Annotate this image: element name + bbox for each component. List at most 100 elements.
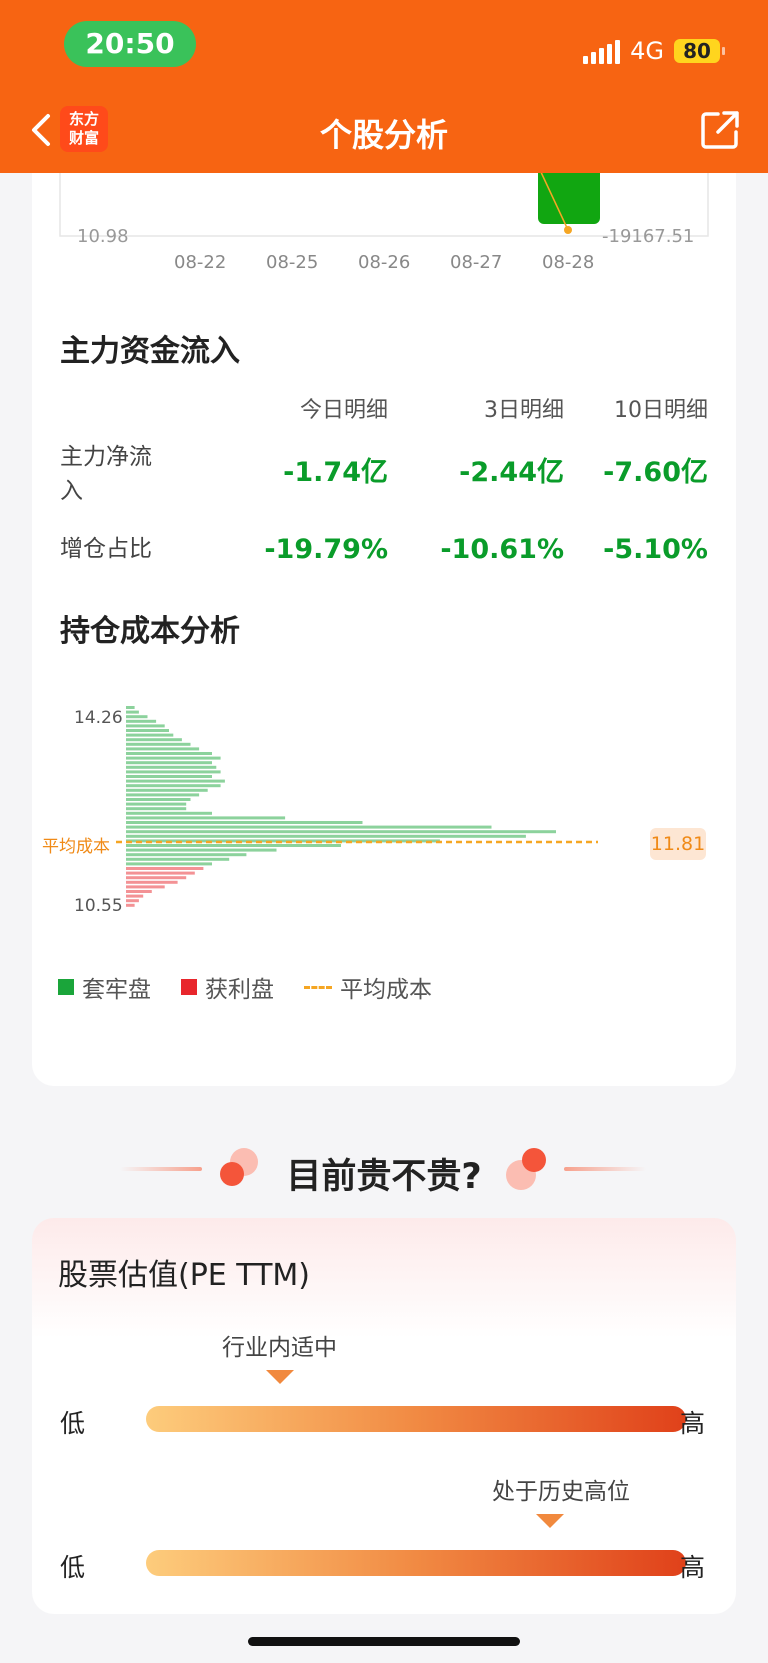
trapped-bar (126, 761, 212, 765)
trapped-bar (126, 788, 208, 792)
net-inflow-10day: -7.60亿 (603, 457, 708, 488)
trapped-bar (126, 811, 212, 815)
date-tick: 08-28 (542, 252, 595, 273)
trapped-bar (126, 710, 139, 714)
trapped-bar (126, 798, 191, 801)
trapped-bar (126, 816, 286, 820)
legend-profit: 获利盘 (205, 977, 274, 1003)
battery-icon: 80 (674, 39, 725, 63)
trapped-bar (126, 848, 277, 852)
profit-bar (126, 899, 139, 903)
header-3day: 3日明细 (484, 398, 564, 423)
header-10day: 10日明细 (614, 398, 708, 423)
trapped-bar (126, 733, 174, 737)
trapped-bar (126, 862, 212, 866)
status-time: 20:50 (64, 21, 196, 67)
profit-bar (126, 894, 144, 898)
scale1-high: 高 (680, 1409, 706, 1438)
legend-trapped-swatch (58, 979, 74, 995)
date-tick: 08-26 (358, 252, 411, 273)
row-label-net-inflow: 主力净流入 (60, 444, 152, 504)
trapped-bar (126, 765, 217, 769)
trapped-bar (126, 793, 200, 797)
industry-valuation-bar (146, 1406, 686, 1432)
trapped-bar (126, 802, 187, 806)
header: 20:50 4G 80 东方 财富 个股分析 (0, 0, 768, 173)
scale2-low: 低 (60, 1553, 86, 1582)
trapped-bar (126, 784, 221, 788)
date-tick: 08-27 (450, 252, 503, 273)
trapped-bar (126, 844, 341, 847)
trapped-bar (126, 821, 363, 824)
cost-analysis-title: 持仓成本分析 (60, 614, 240, 649)
scale1-low: 低 (60, 1409, 86, 1438)
page-title: 个股分析 (319, 116, 448, 154)
trapped-bar (126, 807, 187, 811)
trapped-bar (126, 825, 492, 829)
trapped-bar (126, 775, 212, 778)
legend-avg-swatch (304, 985, 332, 989)
status-icons: 4G 80 (583, 34, 725, 68)
net-inflow-3day: -2.44亿 (459, 457, 564, 488)
row-label-position-ratio: 增仓占比 (60, 536, 152, 562)
main-inflow-title: 主力资金流入 (60, 334, 240, 369)
share-icon[interactable] (698, 108, 742, 152)
legend-profit-swatch (181, 979, 197, 995)
network-label: 4G (630, 37, 664, 65)
trapped-bar (126, 857, 230, 861)
valuation-card: 股票估值(PE TTM) 行业内适中 低 高 处于历史高位 低 高 (32, 1218, 736, 1614)
ratio-10day: -5.10% (603, 534, 708, 565)
legend-avg: 平均成本 (340, 977, 432, 1003)
banner-dots-right (506, 1148, 550, 1192)
trapped-bar (126, 770, 221, 774)
date-tick: 08-22 (174, 252, 227, 273)
fund-right-value: -19167.51 (602, 226, 695, 247)
profit-bar (126, 903, 135, 907)
scale2-high: 高 (680, 1553, 706, 1582)
trapped-bar (126, 752, 212, 755)
trapped-bar (126, 830, 556, 834)
history-marker (536, 1514, 564, 1528)
analysis-card: 10.98 -19167.51 08-22 08-25 08-26 08-27 … (32, 150, 736, 1086)
trapped-bar (126, 834, 526, 838)
flow-point (564, 226, 572, 234)
trapped-bar (126, 839, 440, 843)
home-indicator[interactable] (248, 1637, 520, 1646)
profit-bar (126, 885, 165, 889)
ratio-today: -19.79% (264, 534, 388, 565)
trapped-bar (126, 742, 191, 746)
industry-marker (266, 1370, 294, 1384)
legend-trapped: 套牢盘 (82, 977, 151, 1003)
profit-bar (126, 867, 204, 870)
trapped-bar (126, 724, 165, 728)
history-valuation-bar (146, 1550, 686, 1576)
date-tick: 08-25 (266, 252, 319, 273)
profit-bar (126, 871, 195, 875)
navigation-bar: 东方 财富 个股分析 (0, 96, 768, 164)
banner-title: 目前贵不贵? (286, 1157, 482, 1197)
net-inflow-today: -1.74亿 (283, 457, 388, 488)
profit-bar (126, 890, 152, 893)
valuation-tag-industry: 行业内适中 (222, 1335, 337, 1361)
signal-icon (583, 38, 621, 64)
trapped-bar (126, 756, 221, 760)
valuation-title: 股票估值(PE TTM) (58, 1258, 310, 1293)
profit-bar (126, 876, 187, 880)
cost-distribution-chart (116, 706, 598, 907)
fund-left-value: 10.98 (77, 226, 129, 247)
trapped-bar (126, 747, 200, 751)
valuation-tag-history: 处于历史高位 (492, 1479, 630, 1505)
trapped-bar (126, 853, 247, 857)
trapped-bar (126, 738, 182, 742)
cost-legend: 套牢盘 获利盘 平均成本 (58, 970, 432, 1004)
trapped-bar (126, 706, 135, 709)
valuation-banner: 目前贵不贵? (0, 1140, 768, 1200)
trapped-bar (126, 715, 148, 719)
header-today: 今日明细 (299, 398, 388, 423)
trapped-bar (126, 779, 225, 783)
banner-line-right (564, 1167, 646, 1171)
profit-bar (126, 880, 178, 884)
trapped-bar (126, 729, 169, 732)
ratio-3day: -10.61% (440, 534, 564, 565)
trapped-bar (126, 719, 157, 723)
